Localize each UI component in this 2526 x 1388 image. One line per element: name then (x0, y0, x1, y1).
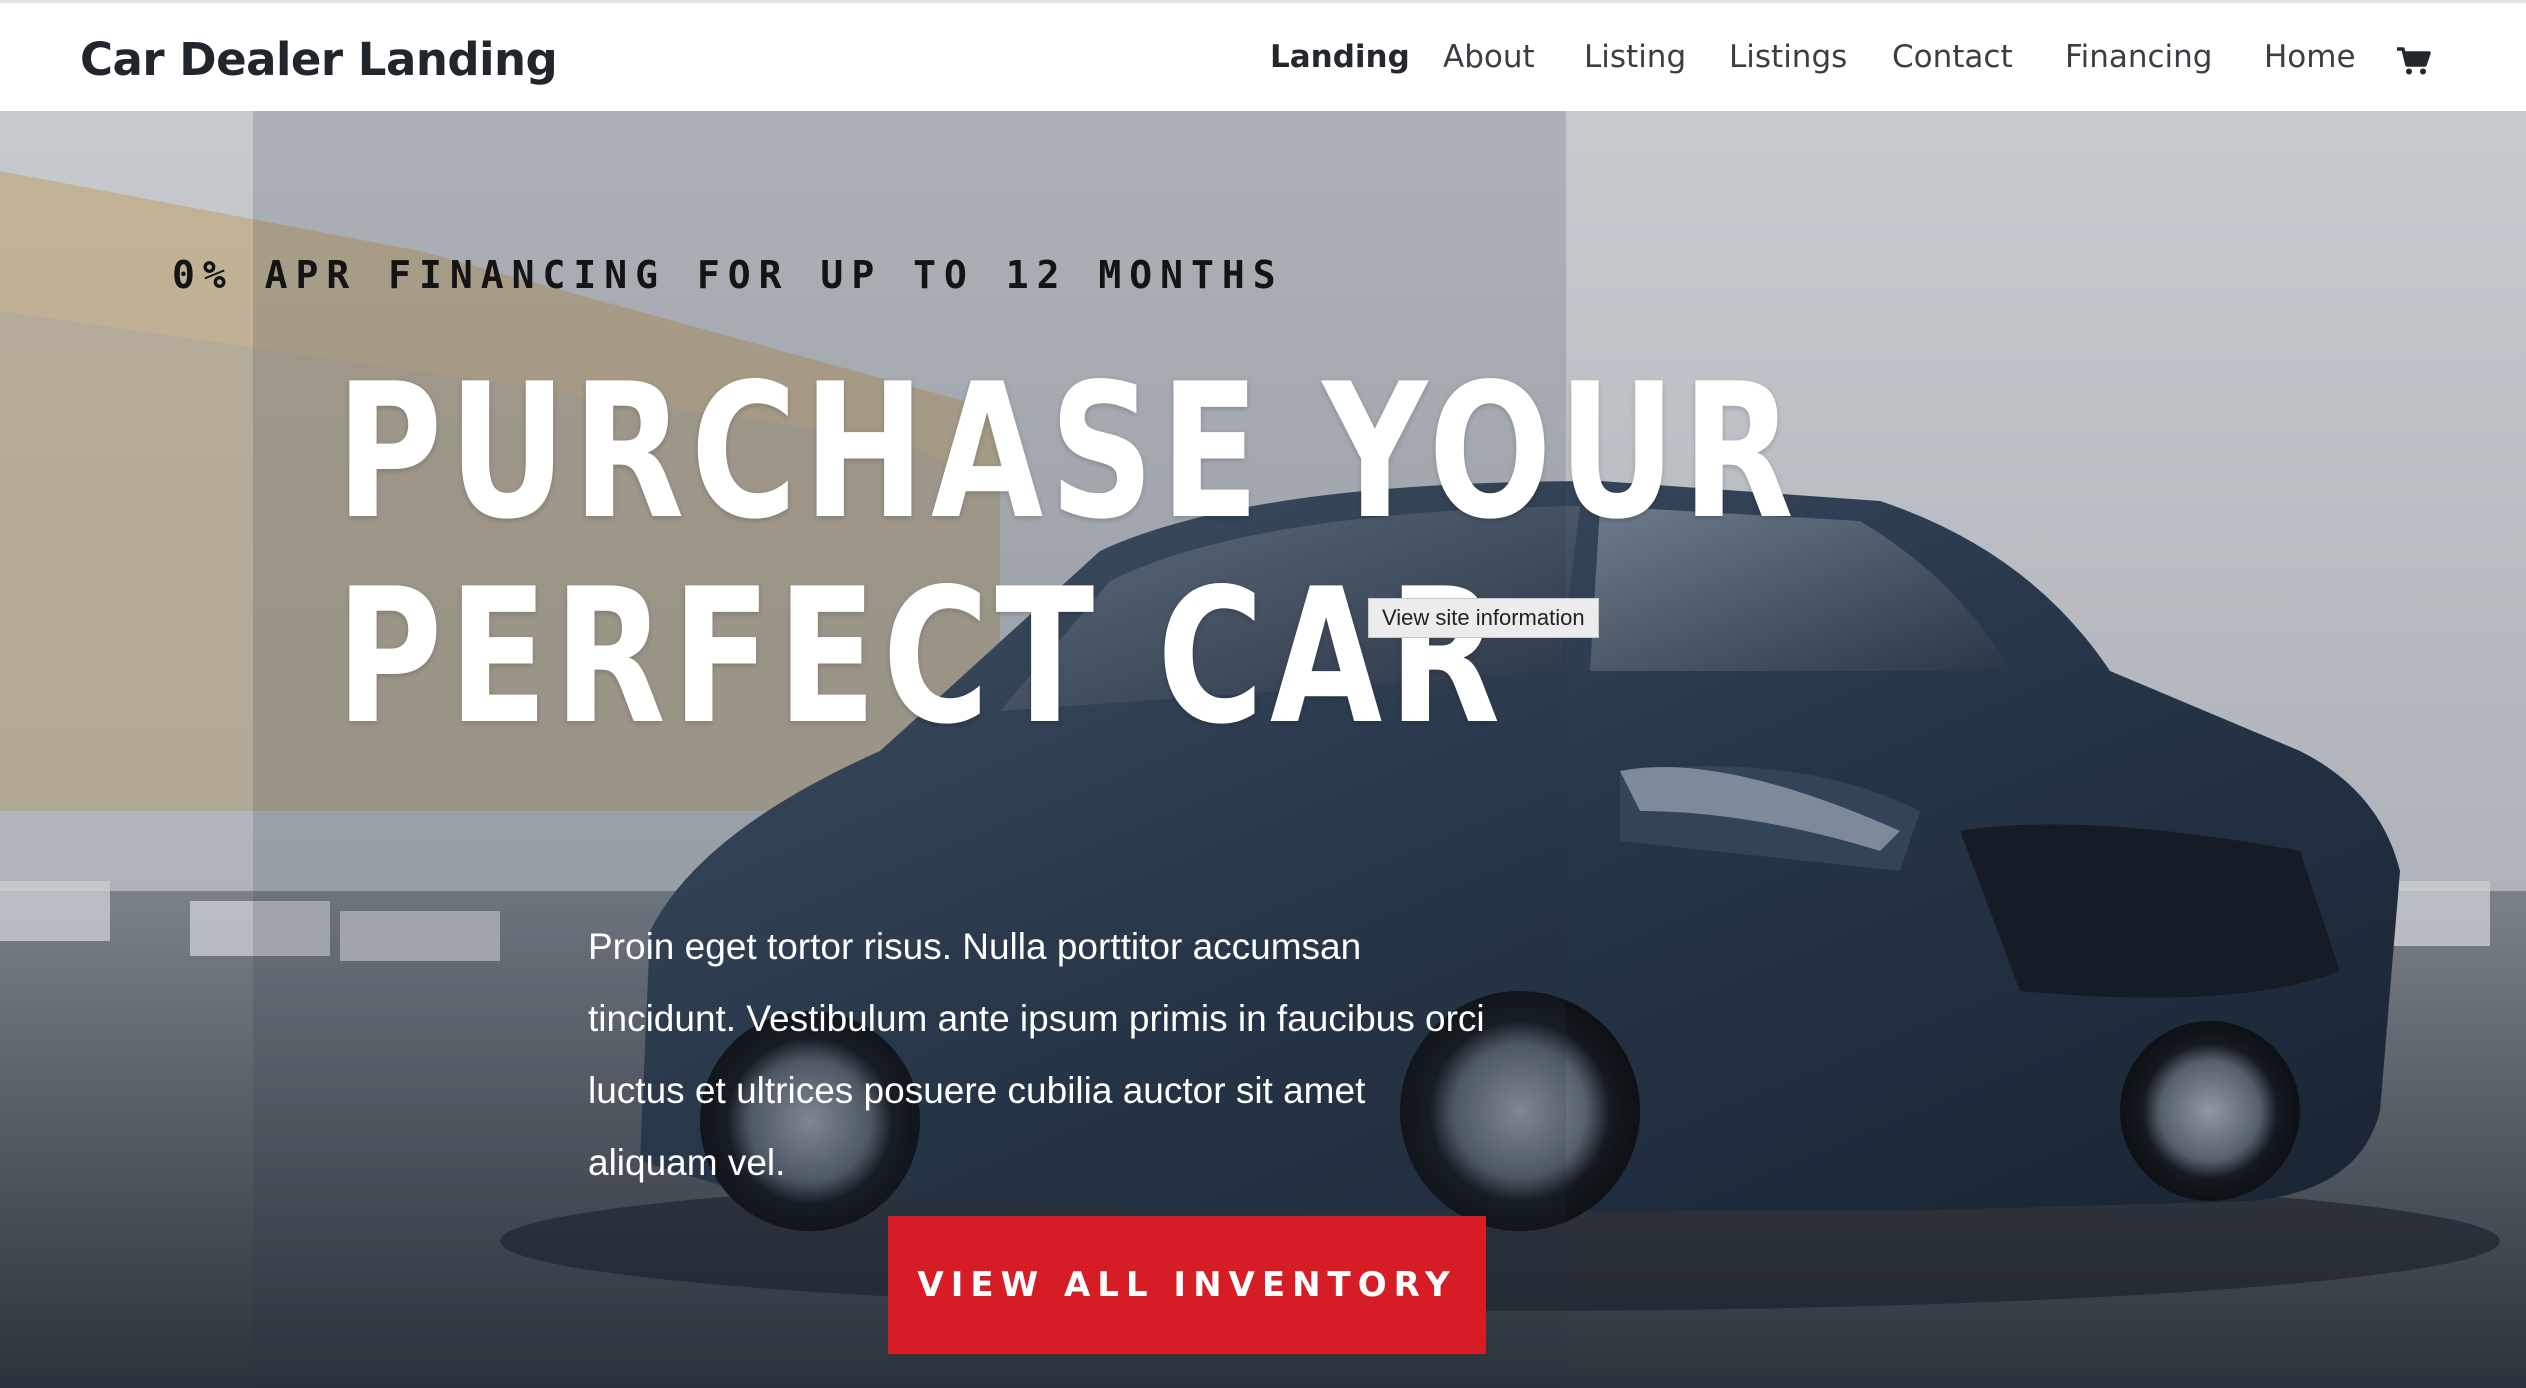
hero-headline-line-2: PERFECT CAR (336, 548, 1507, 765)
site-header: Car Dealer Landing Landing About Listing… (0, 0, 2526, 111)
hero-headline: PURCHASE YOUR PERFECT CAR (336, 343, 1800, 765)
nav-item-listings[interactable]: Listings (1729, 39, 1847, 75)
nav-item-about[interactable]: About (1443, 39, 1535, 75)
hero-body-text: Proin eget tortor risus. Nulla porttitor… (588, 926, 1485, 1183)
hero-kicker: 0% APR FINANCING FOR UP TO 12 MONTHS (172, 253, 1284, 297)
page: Car Dealer Landing Landing About Listing… (0, 0, 2526, 1388)
nav-item-listing[interactable]: Listing (1584, 39, 1686, 75)
nav-item-contact[interactable]: Contact (1892, 39, 2013, 75)
main-nav: Landing About Listing Listings Contact F… (0, 39, 2526, 83)
hero-section: 0% APR FINANCING FOR UP TO 12 MONTHS PUR… (0, 111, 2526, 1388)
shopping-cart-icon[interactable] (2396, 46, 2432, 76)
hero-headline-line-1: PURCHASE YOUR (336, 343, 1800, 560)
nav-item-home[interactable]: Home (2264, 39, 2356, 75)
nav-item-landing[interactable]: Landing (1270, 39, 1410, 75)
site-info-tooltip: View site information (1368, 598, 1599, 638)
nav-item-financing[interactable]: Financing (2065, 39, 2212, 75)
view-all-inventory-button[interactable]: VIEW ALL INVENTORY (888, 1216, 1486, 1354)
